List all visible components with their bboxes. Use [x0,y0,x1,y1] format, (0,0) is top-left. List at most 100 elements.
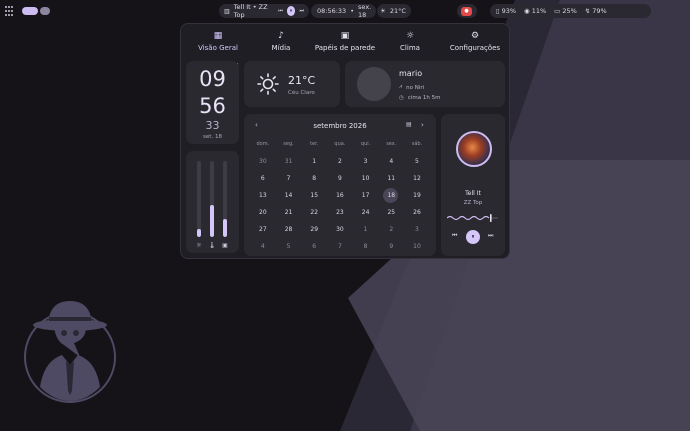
tray-disk[interactable]: ▭ 25% [554,7,577,15]
calendar-day[interactable]: 17 [353,187,379,204]
calendar-today-icon[interactable]: ▤ [406,121,412,128]
calendar-day[interactable]: 12 [404,170,430,187]
workspace-active[interactable] [22,7,38,15]
tab-overview[interactable]: ▦ Visão Geral [198,31,238,59]
progress-wave[interactable] [447,213,499,223]
volume-icon: ▣ [222,242,228,249]
calendar-day[interactable]: 25 [378,204,404,221]
calendar-day[interactable]: 30 [327,221,353,238]
record-pill[interactable]: ● [457,4,477,18]
temperature-slider[interactable] [210,161,214,237]
calendar-day[interactable]: 6 [301,238,327,255]
avatar[interactable] [357,67,391,101]
workspace-indicator[interactable] [22,7,52,15]
calendar-day[interactable]: 8 [353,238,379,255]
weather-card[interactable]: 21°C Céu Claro [244,61,340,107]
calendar-day[interactable]: 26 [404,204,430,221]
system-tray[interactable]: ▯ 93% ◉ 11% ▭ 25% ↯ 79% [490,4,651,18]
calendar-day[interactable]: 5 [276,238,302,255]
track-title: Tell It [465,190,481,197]
calendar-day[interactable]: 22 [301,204,327,221]
tab-media[interactable]: ♪ Mídia [266,31,296,59]
calendar-day[interactable]: 2 [378,221,404,238]
calendar-day[interactable]: 20 [250,204,276,221]
calendar-day[interactable]: 14 [276,187,302,204]
calendar-day[interactable]: 15 [301,187,327,204]
calendar-weekday: qua. [334,141,346,147]
calendar-day[interactable]: 3 [404,221,430,238]
user-card: mario ⩘ no Niri ◷ cima 1h 5m [345,61,505,107]
calendar-day-number: 7 [286,175,291,182]
calendar-day[interactable]: 30 [250,153,276,170]
calendar-day-today[interactable]: 18 [378,187,404,204]
calendar-day-number: 1 [363,226,368,233]
calendar-day[interactable]: 21 [276,204,302,221]
volume-slider[interactable] [223,161,227,237]
calendar-day[interactable]: 4 [250,238,276,255]
calendar-day-number: 8 [363,243,368,250]
clock-date: sex. 18 [358,3,372,19]
calendar-day[interactable]: 7 [276,170,302,187]
tray-cpu[interactable]: ◉ 11% [524,7,546,15]
calendar-day[interactable]: 28 [276,221,302,238]
media-next-icon[interactable]: ⏭ [299,8,304,14]
apps-grid-icon[interactable] [5,6,15,16]
screen-record-icon[interactable]: ● [461,6,472,16]
tab-weather[interactable]: ☼ Clima [396,31,424,59]
calendar-day[interactable]: 2 [327,153,353,170]
calendar-day[interactable]: 19 [404,187,430,204]
calendar-day[interactable]: 4 [378,153,404,170]
calendar-day[interactable]: 31 [276,153,302,170]
calendar-day-number: 18 [387,192,396,199]
calendar-day[interactable]: 16 [327,187,353,204]
clock-seconds: 33 [205,119,220,132]
thermometer-icon: 🌡 [208,242,216,249]
sliders-card: ☼ 🌡 ▣ [186,151,239,253]
calendar-day[interactable]: 10 [353,170,379,187]
cpu-value: 11% [531,7,547,15]
calendar-day[interactable]: 27 [250,221,276,238]
media-play-button[interactable]: ⏸ [286,6,296,16]
tray-battery[interactable]: ↯ 79% [585,7,607,15]
slider-fill [223,218,227,237]
calendar-week-row: 27 28 29 30 1 2 3 [250,221,430,238]
player-next-button[interactable]: ⏭ [488,232,493,240]
media-pill[interactable]: ▥ Tell It • ZZ Top ⏮ ⏸ ⏭ [219,3,309,19]
calendar-day[interactable]: 11 [378,170,404,187]
calendar-day[interactable]: 5 [404,153,430,170]
workspace-inactive[interactable] [40,7,50,15]
music-note-icon: ♪ [278,31,284,41]
tab-settings[interactable]: ⚙ Configurações [449,31,501,59]
clock-pill[interactable]: 08:56:33 • sex. 18 [311,3,376,19]
calendar-day[interactable]: 24 [353,204,379,221]
calendar-day-number: 11 [387,175,396,182]
mascot-logo-icon [24,301,116,403]
calendar-day-number: 9 [389,243,394,250]
tab-label: Papéis de parede [314,44,376,52]
calendar-day[interactable]: 9 [378,238,404,255]
media-prev-icon[interactable]: ⏮ [278,8,283,14]
weather-pill[interactable]: ☀ 21°C [377,4,411,18]
calendar-next-button[interactable]: › [421,121,424,129]
calendar-day[interactable]: 6 [250,170,276,187]
calendar-day[interactable]: 10 [404,238,430,255]
calendar-day[interactable]: 1 [353,221,379,238]
calendar-day[interactable]: 1 [301,153,327,170]
calendar-day[interactable]: 13 [250,187,276,204]
player-prev-button[interactable]: ⏮ [452,232,457,240]
brightness-slider[interactable] [197,161,201,237]
calendar-day[interactable]: 8 [301,170,327,187]
calendar-day-number: 26 [413,209,421,216]
memory-value: 93% [501,7,517,15]
tab-wallpapers[interactable]: ▣ Papéis de parede [314,31,376,59]
calendar-day[interactable]: 3 [353,153,379,170]
player-play-pause-button[interactable]: ⏸ [466,230,480,244]
calendar-day[interactable]: 9 [327,170,353,187]
calendar-weekday: seg. [283,141,294,147]
calendar-day[interactable]: 23 [327,204,353,221]
calendar-week-row: 20 21 22 23 24 25 26 [250,204,430,221]
calendar-day[interactable]: 7 [327,238,353,255]
calendar-day[interactable]: 29 [301,221,327,238]
tray-memory[interactable]: ▯ 93% [496,7,516,15]
calendar-weekday: ter. [310,141,319,147]
